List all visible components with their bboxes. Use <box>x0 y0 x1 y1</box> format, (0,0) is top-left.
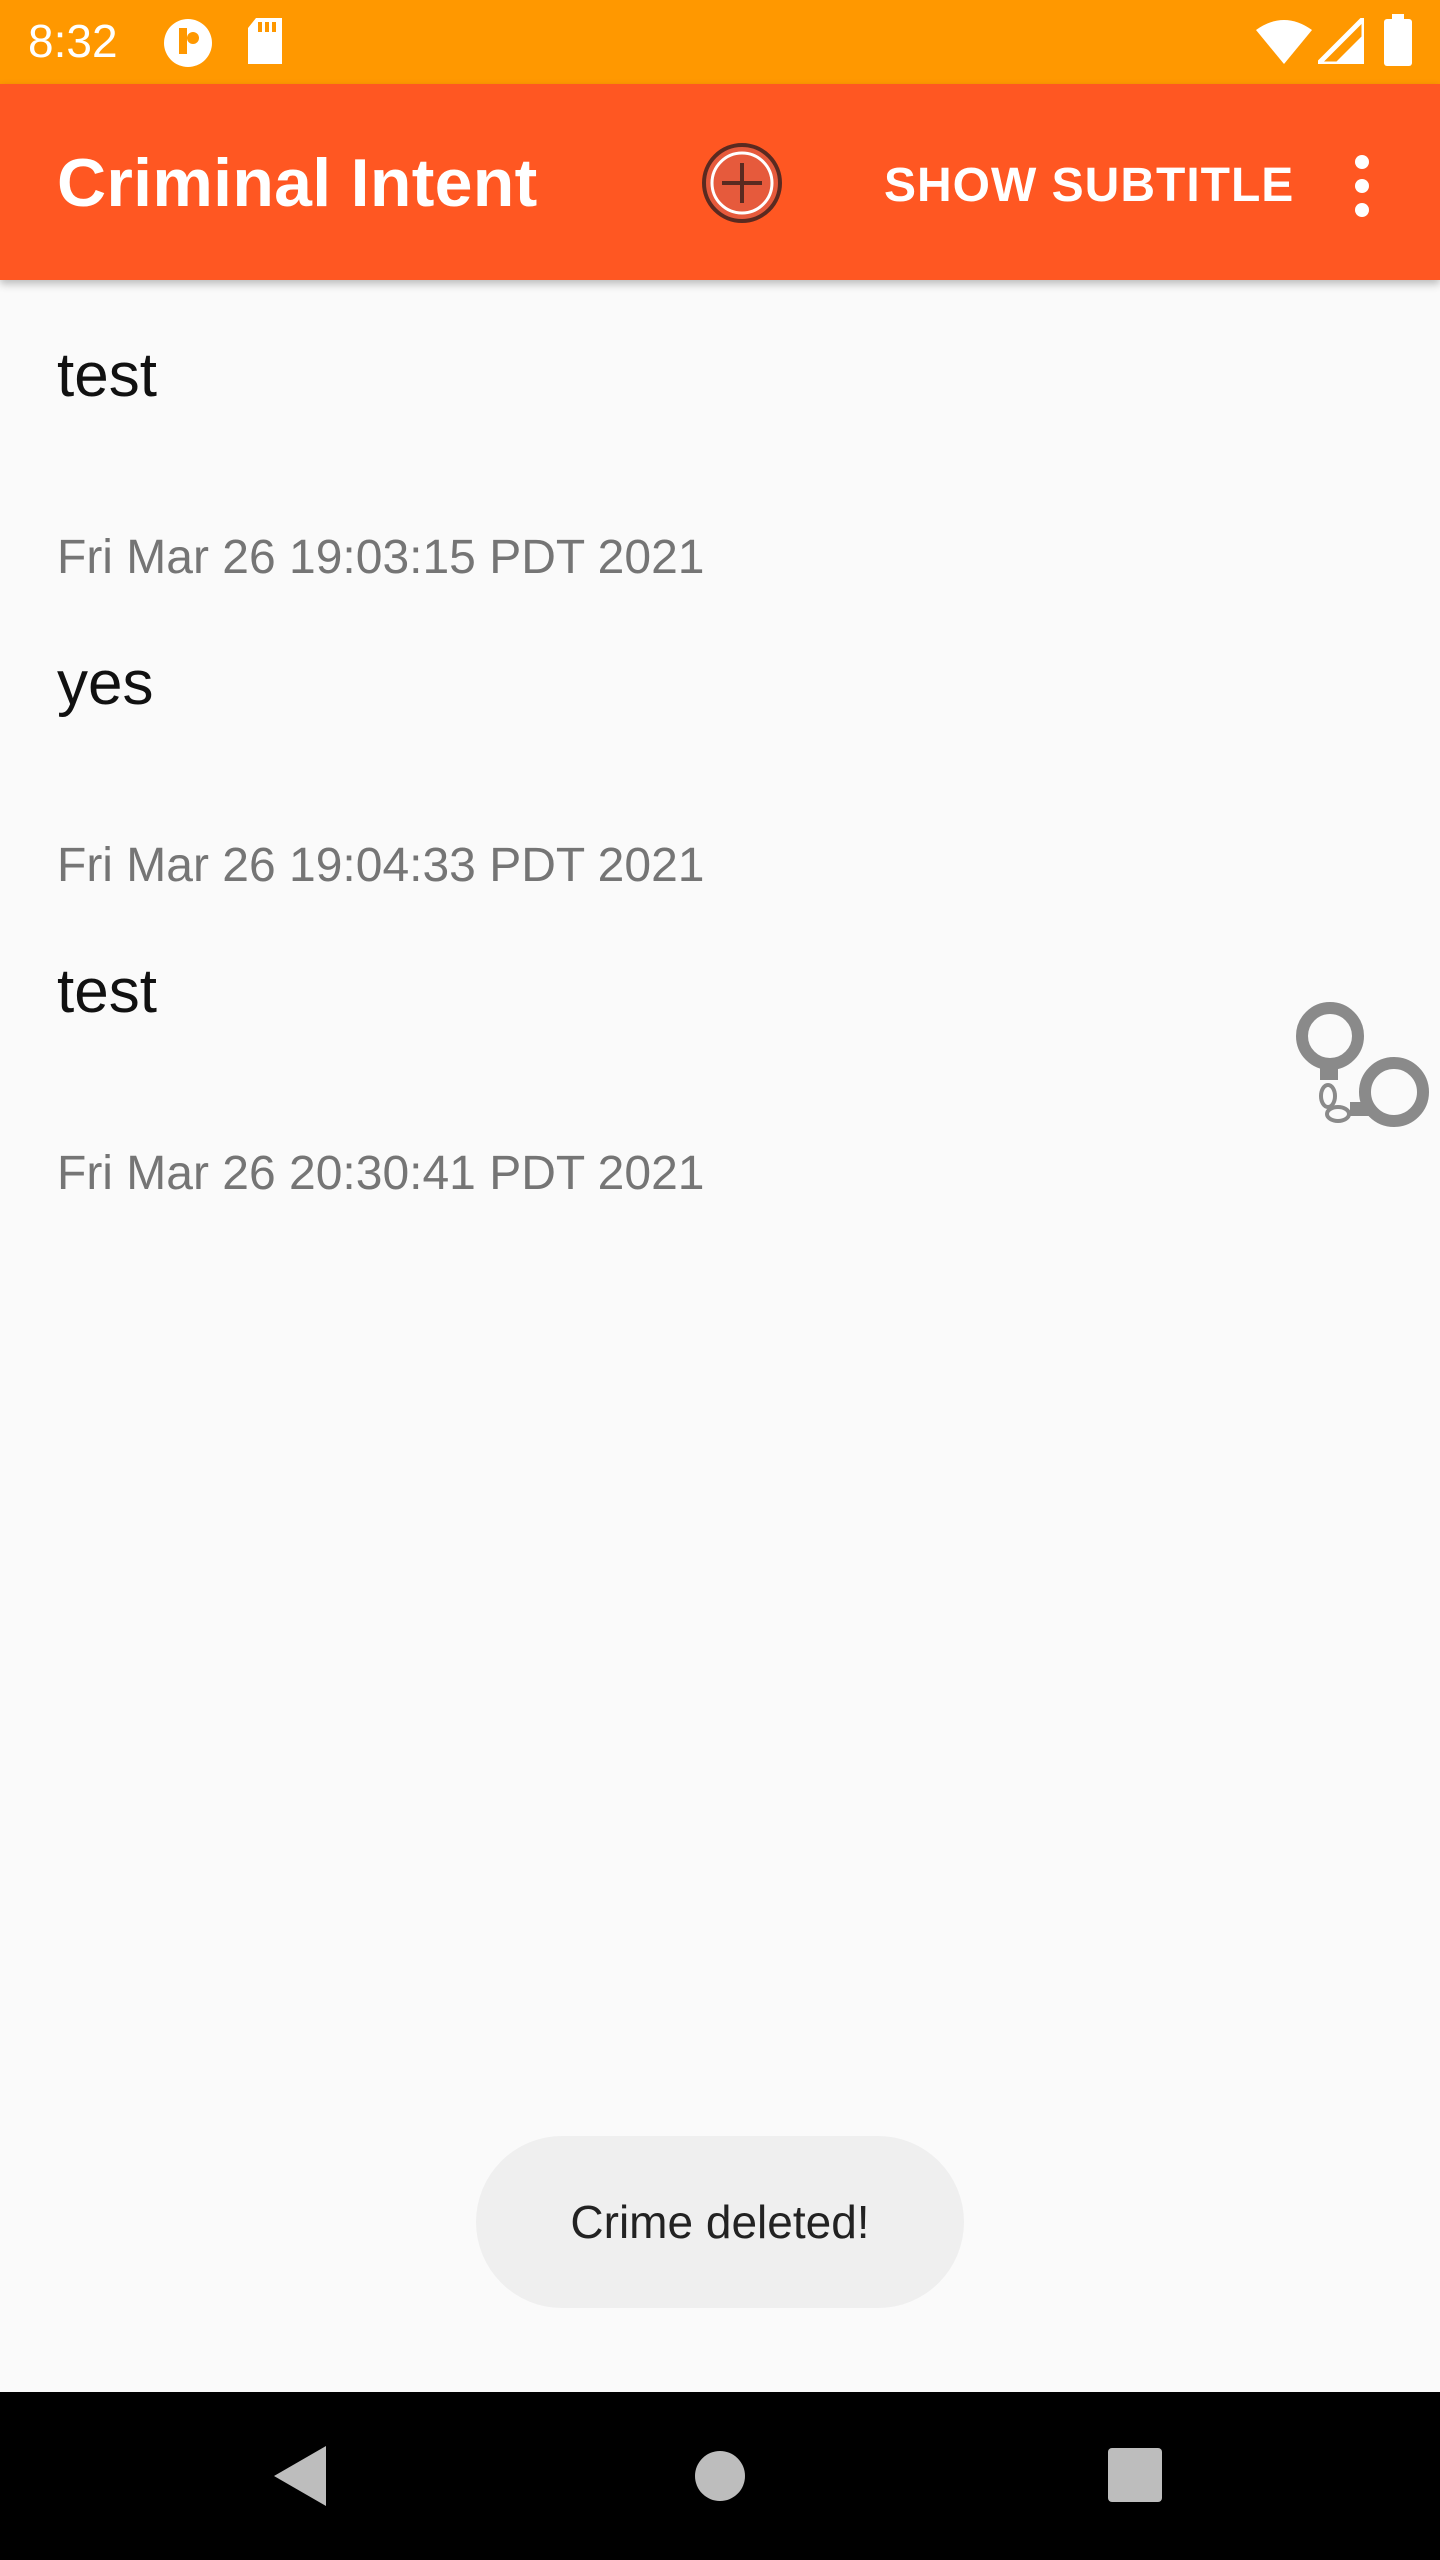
wifi-icon <box>1256 20 1312 64</box>
status-time: 8:32 <box>28 15 118 67</box>
notification-icon <box>164 19 212 67</box>
crime-list-item[interactable]: yes Fri Mar 26 19:04:33 PDT 2021 <box>0 588 1440 896</box>
battery-icon <box>1384 14 1412 66</box>
system-nav-bar <box>0 2392 1440 2560</box>
handcuffs-icon <box>1296 1002 1429 1127</box>
crime-list-item[interactable]: test Fri Mar 26 20:30:41 PDT 2021 <box>0 896 1440 1204</box>
crime-date: Fri Mar 26 20:30:41 PDT 2021 <box>57 1147 705 1200</box>
status-bar: 8:32 <box>0 0 1440 84</box>
crime-date: Fri Mar 26 19:04:33 PDT 2021 <box>57 839 705 892</box>
more-vert-icon[interactable] <box>1336 154 1388 218</box>
sd-card-icon <box>248 18 282 64</box>
app-title: Criminal Intent <box>57 145 538 221</box>
toast-message: Crime deleted! <box>476 2136 964 2308</box>
back-icon[interactable] <box>274 2446 326 2506</box>
crime-list: test Fri Mar 26 19:03:15 PDT 2021 yes Fr… <box>0 280 1440 1204</box>
crime-list-item[interactable]: test Fri Mar 26 19:03:15 PDT 2021 <box>0 280 1440 588</box>
signal-icon <box>1318 18 1364 64</box>
recents-icon[interactable] <box>1108 2448 1162 2502</box>
app-toolbar: Criminal Intent SHOW SUBTITLE <box>0 84 1440 280</box>
show-subtitle-button[interactable]: SHOW SUBTITLE <box>884 158 1294 213</box>
crime-title: test <box>57 341 157 410</box>
crime-title: yes <box>57 649 154 718</box>
crime-title: test <box>57 957 157 1026</box>
add-crime-button[interactable] <box>700 141 784 225</box>
crime-date: Fri Mar 26 19:03:15 PDT 2021 <box>57 531 705 584</box>
home-icon[interactable] <box>694 2450 746 2502</box>
